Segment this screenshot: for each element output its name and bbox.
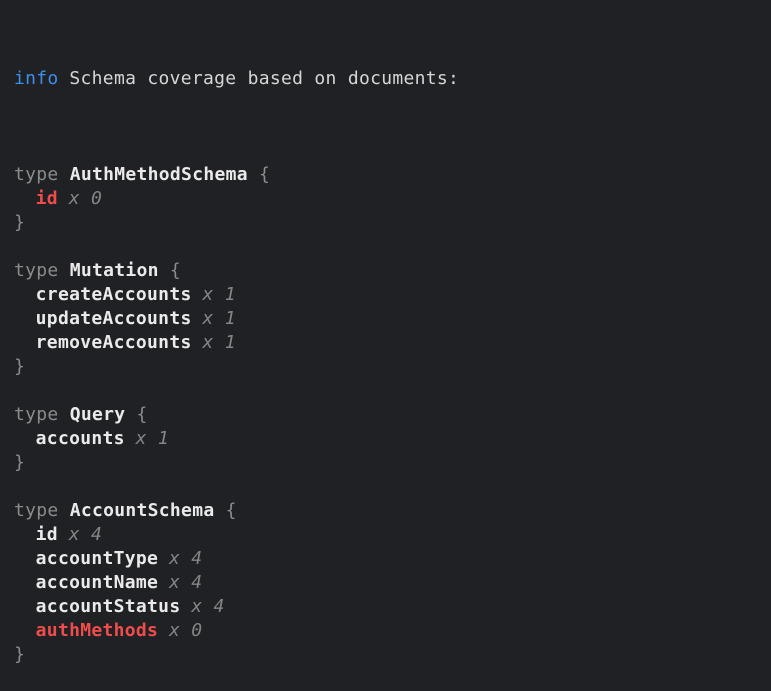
blank-line: [14, 139, 761, 163]
close-brace: }: [14, 212, 25, 233]
field-name: createAccounts: [36, 284, 192, 305]
field-line: authMethods x 0: [14, 619, 761, 643]
blank-line: [14, 379, 761, 403]
blank-line: [14, 235, 761, 259]
terminal-output: infoSchema coverage based on documents: …: [0, 0, 771, 576]
field-name: accounts: [36, 428, 125, 449]
type-block: type Mutation {createAccountsx 1updateAc…: [14, 235, 761, 379]
close-brace-line: }: [14, 643, 761, 667]
field-count: x 0: [69, 188, 102, 209]
type-name: Mutation: [70, 260, 159, 281]
type-keyword: type: [14, 404, 70, 425]
type-keyword: type: [14, 164, 70, 185]
type-name: Query: [70, 404, 126, 425]
field-line: id x 4: [14, 523, 761, 547]
close-brace-line: }: [14, 355, 761, 379]
field-line: id x 0: [14, 187, 761, 211]
close-brace: }: [14, 644, 25, 665]
field-count: x 1: [136, 428, 169, 449]
field-count: x 4: [191, 596, 224, 617]
field-count: x 1: [202, 308, 235, 329]
field-count: x 1: [202, 332, 235, 353]
log-info-line: info Schema coverage based on documents:: [14, 67, 761, 91]
blank-line: [14, 475, 761, 499]
close-brace: }: [14, 356, 25, 377]
field-name: accountStatus: [36, 596, 181, 617]
type-block: type AuthMethodSchema {idx 0}: [14, 139, 761, 235]
field-name: id: [36, 524, 58, 545]
field-line: accountType x 4: [14, 547, 761, 571]
type-keyword: type: [14, 260, 70, 281]
open-brace: {: [159, 260, 181, 281]
field-line: accountStatus x 4: [14, 595, 761, 619]
field-line: createAccounts x 1: [14, 283, 761, 307]
close-brace: }: [14, 452, 25, 473]
type-keyword: type: [14, 500, 70, 521]
field-name: accountName: [36, 572, 159, 593]
field-line: removeAccounts x 1: [14, 331, 761, 355]
field-count: x 0: [169, 620, 202, 641]
field-name: id: [36, 188, 58, 209]
field-line: updateAccounts x 1: [14, 307, 761, 331]
type-header-line: type Mutation {: [14, 259, 761, 283]
type-block: type AccountSchema {idx 4accountTypex 4a…: [14, 475, 761, 667]
field-count: x 4: [69, 524, 102, 545]
type-header-line: type Query {: [14, 403, 761, 427]
open-brace: {: [125, 404, 147, 425]
field-name: removeAccounts: [36, 332, 192, 353]
field-count: x 4: [169, 548, 202, 569]
field-count: x 4: [169, 572, 202, 593]
field-count: x 1: [202, 284, 235, 305]
field-name: authMethods: [36, 620, 159, 641]
open-brace: {: [214, 500, 236, 521]
field-name: accountType: [36, 548, 159, 569]
close-brace-line: }: [14, 211, 761, 235]
field-name: updateAccounts: [36, 308, 192, 329]
type-name: AuthMethodSchema: [70, 164, 248, 185]
log-level-badge: info: [14, 68, 59, 89]
type-header-line: type AccountSchema {: [14, 499, 761, 523]
schema-coverage-blocks: type AuthMethodSchema {idx 0} type Mutat…: [14, 139, 761, 667]
type-header-line: type AuthMethodSchema {: [14, 163, 761, 187]
open-brace: {: [248, 164, 270, 185]
type-block: type Query {accounts x 1}: [14, 379, 761, 475]
close-brace-line: }: [14, 451, 761, 475]
field-line: accounts x 1: [14, 427, 761, 451]
field-line: accountName x 4: [14, 571, 761, 595]
log-message: Schema coverage based on documents:: [69, 68, 459, 89]
type-name: AccountSchema: [70, 500, 215, 521]
